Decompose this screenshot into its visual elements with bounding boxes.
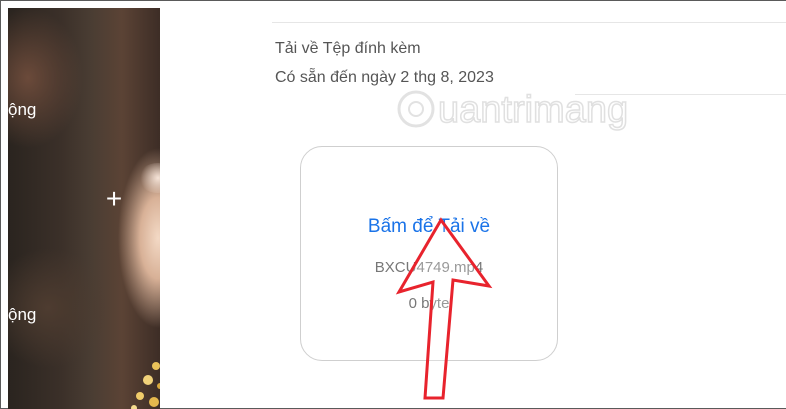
side-label-bottom: ộng [8,305,37,324]
side-label-top: ộng [8,100,37,119]
photo-highlight [138,163,160,193]
watermark-logo: uantrimang [397,88,629,132]
attachment-heading: Tải về Tệp đính kèm [275,40,421,57]
top-divider [272,22,786,23]
watermark-text: uantrimang [438,89,628,131]
plus-icon[interactable]: + [101,185,127,213]
side-photo-panel: ộng ộng + [8,8,160,409]
flower-decoration [131,362,160,409]
red-arrow-annotation [395,217,493,400]
